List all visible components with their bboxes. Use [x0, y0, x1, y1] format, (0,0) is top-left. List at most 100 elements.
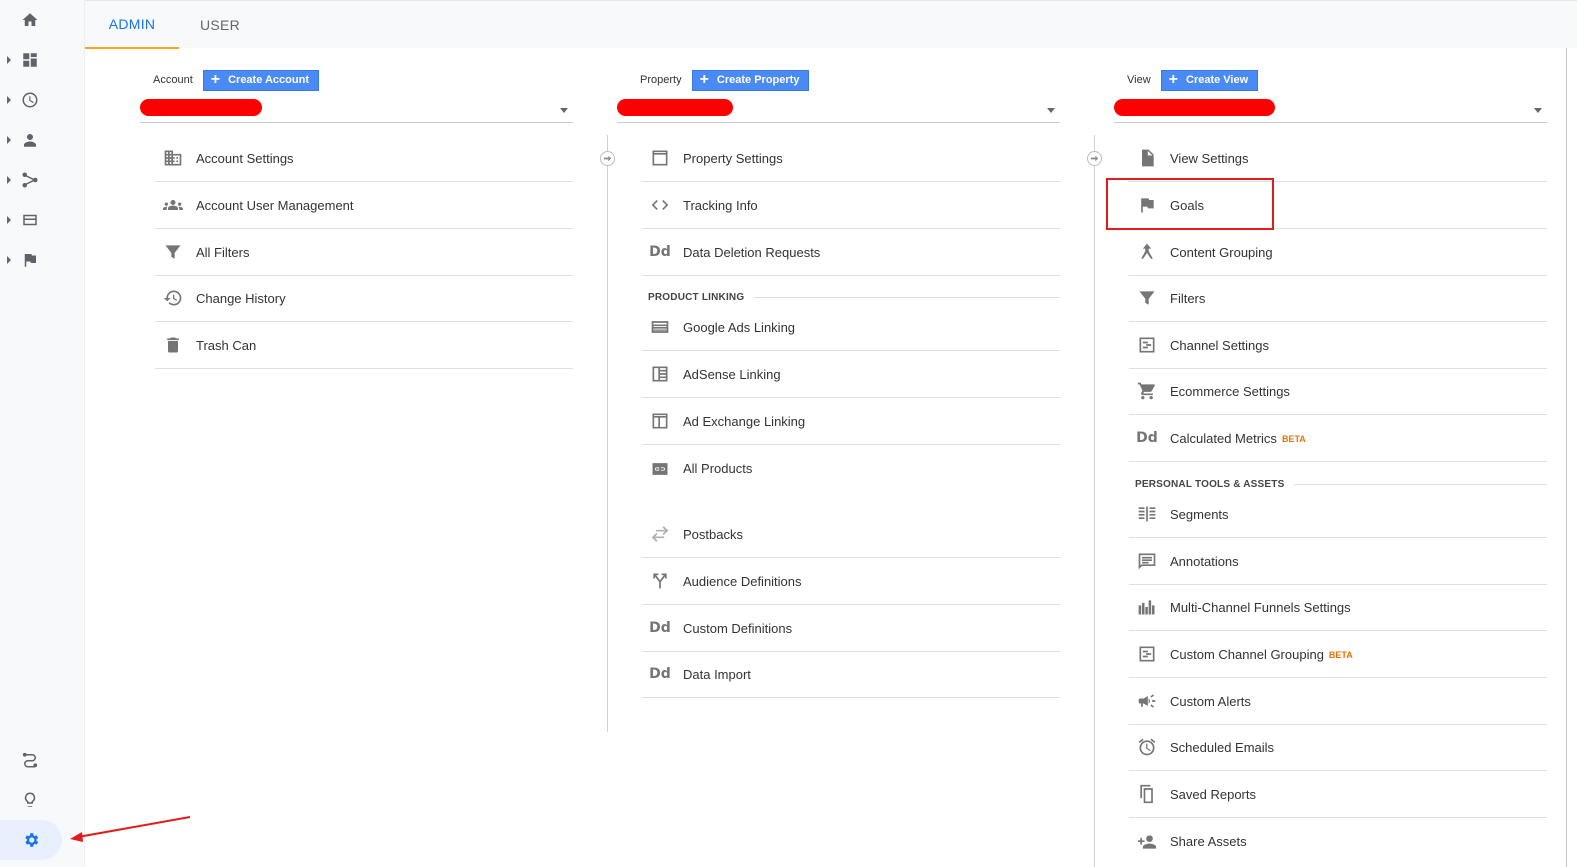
tab-user[interactable]: USER [185, 1, 255, 49]
audience-fork-icon [648, 569, 672, 593]
channel-icon [1135, 333, 1159, 357]
filters-item[interactable]: Filters [1129, 275, 1547, 322]
nav-discover[interactable] [0, 780, 60, 820]
menu-label: Saved Reports [1170, 786, 1256, 802]
history-icon [161, 286, 185, 310]
saved-reports-item[interactable]: Saved Reports [1129, 771, 1547, 818]
menu-label: Share Assets [1170, 834, 1247, 849]
nav-home[interactable] [0, 0, 60, 40]
postbacks-icon [648, 522, 672, 546]
nav-attribution[interactable] [0, 740, 60, 780]
property-selector[interactable] [617, 98, 1060, 123]
person-icon [24, 134, 36, 147]
dd-icon: Dd [649, 244, 671, 260]
ad-exchange-linking-item[interactable]: Ad Exchange Linking [642, 398, 1060, 445]
create-account-button[interactable]: + Create Account [202, 69, 319, 91]
menu-label: Calculated Metrics [1170, 430, 1277, 446]
annotation-icon [1135, 549, 1159, 573]
add-person-icon [1135, 830, 1159, 854]
menu-label: Account User Management [196, 197, 354, 213]
trash-icon [161, 333, 185, 357]
mcf-settings-item[interactable]: Multi-Channel Funnels Settings [1129, 584, 1547, 631]
menu-label: All Filters [196, 244, 250, 260]
left-navigation [0, 0, 85, 867]
nav-audience[interactable] [0, 120, 60, 160]
menu-label: Tracking Info [683, 197, 758, 213]
nav-conversions[interactable] [0, 240, 60, 280]
change-history-item[interactable]: Change History [155, 275, 573, 322]
custom-channel-grouping-item[interactable]: Custom Channel Grouping BETA [1129, 631, 1547, 678]
link-icon [648, 457, 672, 481]
document-icon [1135, 146, 1159, 170]
view-column-header: View + Create View [1127, 69, 1259, 91]
trash-can-item[interactable]: Trash Can [155, 322, 573, 369]
tab-admin[interactable]: ADMIN [85, 1, 179, 49]
redacted-property-name [617, 99, 733, 116]
menu-label: Custom Alerts [1170, 693, 1251, 709]
expand-caret-icon [7, 56, 11, 64]
all-filters-item[interactable]: All Filters [155, 229, 573, 276]
nav-realtime[interactable] [0, 80, 60, 120]
account-label: Account [153, 74, 193, 86]
audience-definitions-item[interactable]: Audience Definitions [642, 558, 1060, 605]
nav-admin[interactable] [0, 820, 62, 860]
menu-label: View Settings [1170, 150, 1249, 166]
share-assets-item[interactable]: Share Assets [1129, 818, 1547, 865]
property-label: Property [640, 74, 682, 86]
nav-customization[interactable] [0, 40, 60, 80]
ads-icon [648, 315, 672, 339]
building-icon [161, 146, 185, 170]
account-user-management-item[interactable]: Account User Management [155, 182, 573, 229]
redacted-account-name [140, 99, 262, 116]
dd-icon: Dd [649, 666, 671, 682]
ecommerce-settings-item[interactable]: Ecommerce Settings [1129, 368, 1547, 415]
nav-acquisition[interactable] [0, 160, 60, 200]
menu-label: Filters [1170, 290, 1206, 306]
annotations-item[interactable]: Annotations [1129, 538, 1547, 585]
filter-icon [161, 240, 185, 264]
dropdown-caret-icon [560, 108, 568, 113]
calculated-metrics-item[interactable]: Dd Calculated Metrics BETA [1129, 415, 1547, 462]
redacted-view-name [1114, 99, 1275, 116]
create-property-button[interactable]: + Create Property [691, 69, 810, 91]
menu-label: Google Ads Linking [683, 319, 796, 335]
menu-label: Custom Definitions [683, 620, 793, 636]
view-label: View [1127, 74, 1151, 86]
data-deletion-requests-item[interactable]: Dd Data Deletion Requests [642, 229, 1060, 276]
postbacks-item[interactable]: Postbacks [642, 511, 1060, 558]
account-selector[interactable] [140, 98, 573, 123]
property-column-header: Property + Create Property [640, 69, 810, 91]
channel-settings-item[interactable]: Channel Settings [1129, 322, 1547, 369]
adsense-icon [648, 362, 672, 386]
home-icon [22, 13, 38, 26]
all-products-item[interactable]: All Products [642, 445, 1060, 492]
data-import-item[interactable]: Dd Data Import [642, 651, 1060, 698]
create-view-button[interactable]: + Create View [1160, 69, 1259, 91]
create-account-label: Create Account [228, 74, 309, 86]
menu-label: Annotations [1170, 553, 1239, 569]
expand-caret-icon [7, 176, 11, 184]
scheduled-emails-item[interactable]: Scheduled Emails [1129, 724, 1547, 771]
tracking-info-item[interactable]: Tracking Info [642, 182, 1060, 229]
menu-label: Property Settings [683, 150, 783, 166]
view-selector[interactable] [1114, 98, 1547, 123]
property-settings-item[interactable]: Property Settings [642, 135, 1060, 182]
property-window-icon [648, 146, 672, 170]
view-settings-item[interactable]: View Settings [1129, 135, 1547, 182]
menu-label: Ecommerce Settings [1170, 383, 1290, 399]
megaphone-icon [1135, 689, 1159, 713]
content-grouping-item[interactable]: Content Grouping [1129, 229, 1547, 276]
google-ads-linking-item[interactable]: Google Ads Linking [642, 304, 1060, 351]
custom-alerts-item[interactable]: Custom Alerts [1129, 678, 1547, 725]
goals-highlight-annotation [1106, 178, 1274, 230]
segments-item[interactable]: Segments [1129, 491, 1547, 538]
nav-behavior[interactable] [0, 200, 60, 240]
menu-label: Custom Channel Grouping [1170, 646, 1324, 662]
adsense-linking-item[interactable]: AdSense Linking [642, 351, 1060, 398]
custom-definitions-item[interactable]: Dd Custom Definitions [642, 605, 1060, 652]
behavior-icon [23, 214, 37, 226]
account-settings-item[interactable]: Account Settings [155, 135, 573, 182]
bar-chart-icon [1135, 595, 1159, 619]
ad-exchange-icon [648, 409, 672, 433]
scrollbar-edge[interactable] [1566, 48, 1567, 867]
